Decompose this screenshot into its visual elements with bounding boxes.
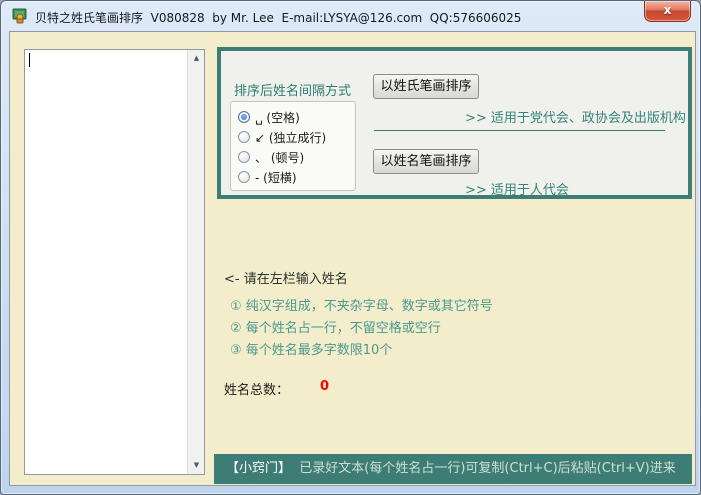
client-area: ▲ ▼ 排序后姓名间隔方式 ␣ (空格) ↙ (独立成行) 、 (顿号) - (… xyxy=(9,31,696,486)
text-cursor xyxy=(29,53,30,67)
tip-bar: 【小窍门】 已录好文本(每个姓名占一行)可复制(Ctrl+C)后粘贴(Ctrl+… xyxy=(214,454,692,484)
name-count-label: 姓名总数： xyxy=(224,383,290,398)
sort-by-fullname-button[interactable]: 以姓名笔画排序 xyxy=(373,149,479,174)
radio-label: 、 (顿号) xyxy=(255,150,305,165)
input-prompt: <- 请在左栏输入姓名 xyxy=(224,272,348,287)
scroll-down-icon[interactable]: ▼ xyxy=(188,457,205,474)
radio-option-comma[interactable]: 、 (顿号) xyxy=(238,147,355,167)
radio-option-dash[interactable]: - (短横) xyxy=(238,167,355,187)
radio-option-space[interactable]: ␣ (空格) xyxy=(238,107,355,127)
radio-icon[interactable] xyxy=(238,131,250,143)
radio-label: ↙ (独立成行) xyxy=(255,130,327,145)
name-count-value: 0 xyxy=(320,379,330,394)
radio-icon[interactable] xyxy=(238,171,250,183)
surname-usage-hint: >> 适用于党代会、政协会及出版机构 xyxy=(465,111,686,126)
app-window: 贝特之姓氏笔画排序 V080828 by Mr. Lee E-mail:LYSY… xyxy=(0,0,701,495)
rule-2: ② 每个姓名占一行，不留空格或空行 xyxy=(230,321,441,336)
vertical-scrollbar[interactable]: ▲ ▼ xyxy=(187,50,204,474)
separator-options-group: ␣ (空格) ↙ (独立成行) 、 (顿号) - (短横) xyxy=(230,101,356,191)
rule-3: ③ 每个姓名最多字数限10个 xyxy=(230,343,393,358)
app-icon xyxy=(12,8,27,24)
radio-label: ␣ (空格) xyxy=(255,110,300,125)
title-bar[interactable]: 贝特之姓氏笔画排序 V080828 by Mr. Lee E-mail:LYSY… xyxy=(1,1,700,31)
tip-title: 【小窍门】 xyxy=(226,461,292,476)
input-rules: ① 纯汉字组成，不夹杂字母、数字或其它符号 ② 每个姓名占一行，不留空格或空行 … xyxy=(230,296,493,362)
radio-label: - (短横) xyxy=(255,170,297,185)
tip-text: 已录好文本(每个姓名占一行)可复制(Ctrl+C)后粘贴(Ctrl+V)进来 xyxy=(291,461,676,476)
scroll-up-icon[interactable]: ▲ xyxy=(188,50,205,67)
names-input-textarea[interactable]: ▲ ▼ xyxy=(24,49,205,475)
sort-options-panel: 排序后姓名间隔方式 ␣ (空格) ↙ (独立成行) 、 (顿号) - (短横) xyxy=(217,47,692,199)
separator-mode-label: 排序后姓名间隔方式 xyxy=(234,84,352,99)
sort-by-surname-button[interactable]: 以姓氏笔画排序 xyxy=(373,74,479,99)
window-title: 贝特之姓氏笔画排序 V080828 by Mr. Lee E-mail:LYSY… xyxy=(35,11,522,25)
panel-divider xyxy=(374,130,665,131)
radio-icon[interactable] xyxy=(238,111,250,123)
radio-option-newline[interactable]: ↙ (独立成行) xyxy=(238,127,355,147)
close-button[interactable]: x xyxy=(644,1,691,22)
radio-icon[interactable] xyxy=(238,151,250,163)
fullname-usage-hint: >> 适用于人代会 xyxy=(465,183,569,198)
rule-1: ① 纯汉字组成，不夹杂字母、数字或其它符号 xyxy=(230,299,493,314)
